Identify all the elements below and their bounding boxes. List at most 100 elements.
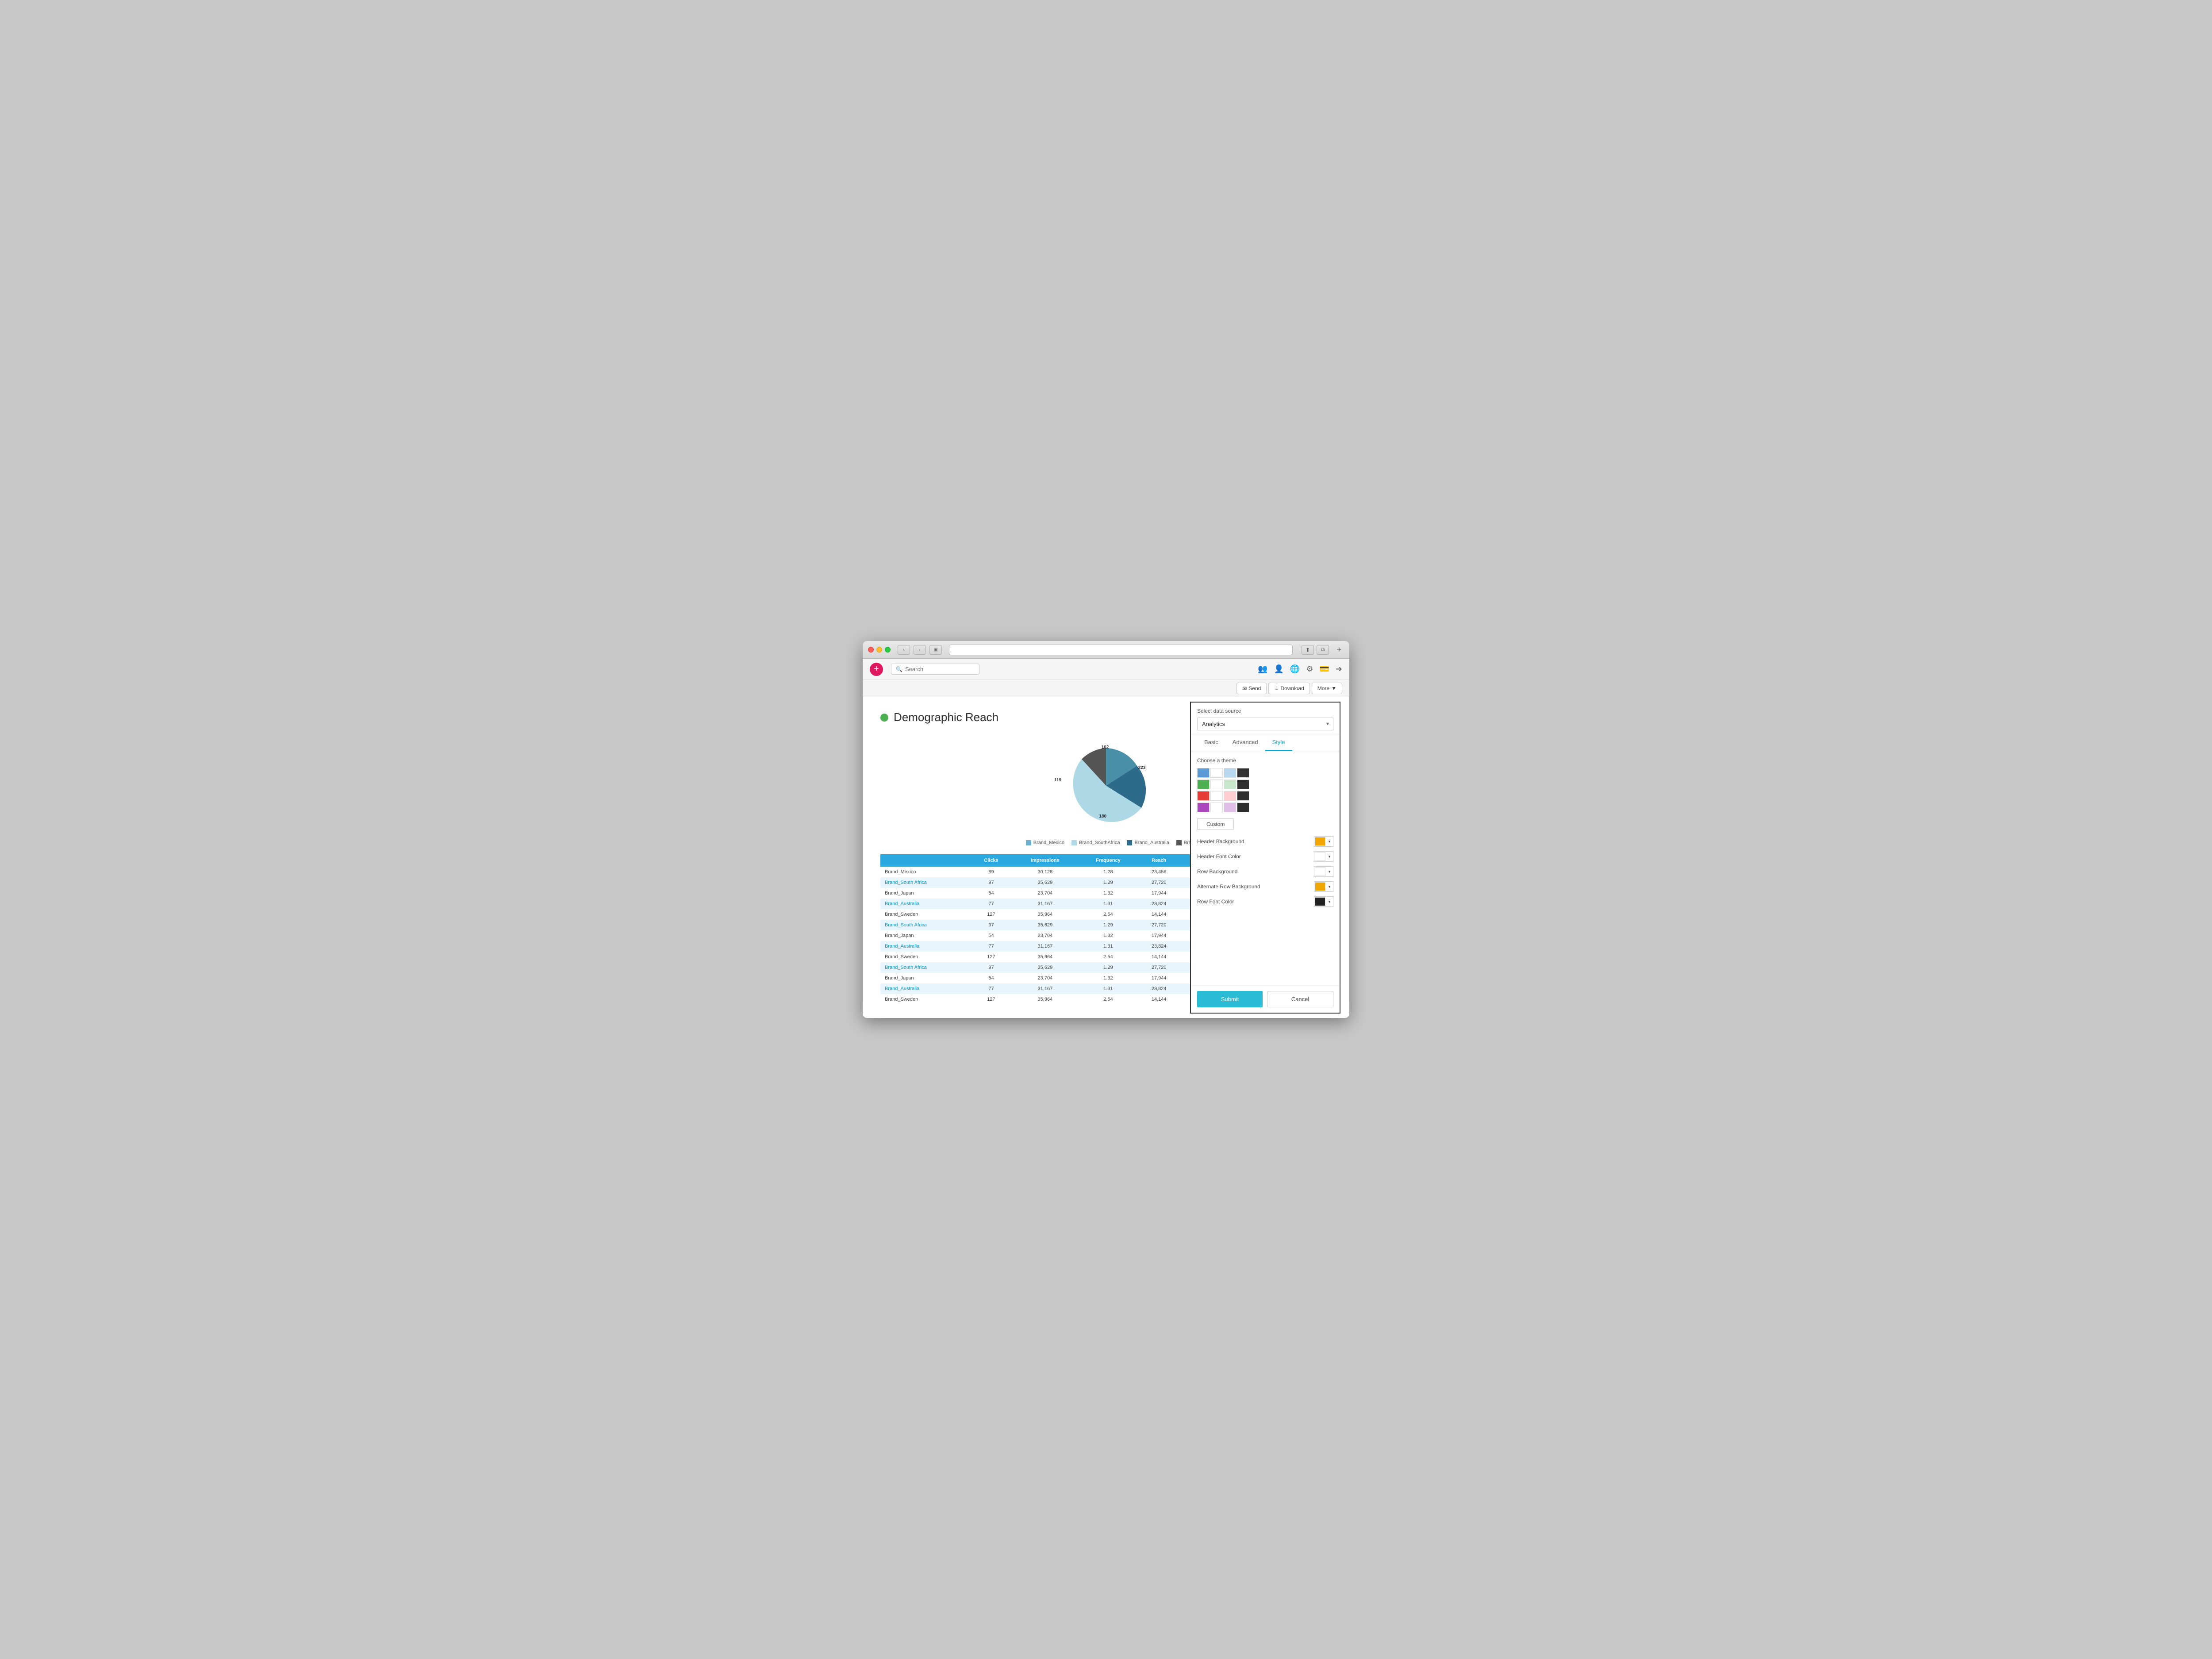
swatch-red-2	[1210, 791, 1223, 801]
send-icon: ✉	[1242, 685, 1247, 691]
color-dropdown-arrow-icon: ▼	[1326, 900, 1333, 904]
color-picker[interactable]: ▼	[1314, 851, 1333, 862]
action-buttons-row: ✉ Send ⇓ Download More ▼	[863, 680, 1349, 697]
pie-chart: 102 223 119 180	[1048, 735, 1164, 837]
panel-footer: Submit Cancel	[1191, 985, 1340, 1013]
color-option-label: Header Background	[1197, 838, 1244, 845]
duplicate-button[interactable]: ⧉	[1317, 645, 1329, 655]
datasource-label: Select data source	[1197, 708, 1333, 714]
legend-item-mexico: Brand_Mexico	[1026, 840, 1064, 845]
legend-label-mexico: Brand_Mexico	[1033, 840, 1064, 845]
back-button[interactable]: ‹	[898, 645, 910, 655]
table-cell: 54	[971, 973, 1012, 983]
download-icon: ⇓	[1274, 685, 1279, 691]
color-option-label: Row Background	[1197, 868, 1237, 875]
color-picker[interactable]: ▼	[1314, 896, 1333, 907]
table-cell: 1.31	[1079, 983, 1138, 994]
swatch-purple-4	[1237, 803, 1249, 812]
add-button[interactable]: +	[870, 663, 883, 676]
datasource-select[interactable]: Analytics	[1197, 718, 1333, 730]
col-header-clicks: Clicks	[971, 854, 1012, 867]
color-option-label: Alternate Row Background	[1197, 883, 1260, 890]
table-cell: 54	[971, 888, 1012, 899]
forward-icon: ›	[919, 647, 921, 653]
settings-icon[interactable]: ⚙	[1306, 664, 1313, 674]
tab-basic[interactable]: Basic	[1197, 734, 1225, 751]
color-swatch	[1315, 897, 1325, 906]
search-input[interactable]	[905, 666, 967, 672]
wallet-icon[interactable]: 💳	[1319, 664, 1329, 674]
table-cell: 23,824	[1138, 899, 1180, 909]
cancel-button[interactable]: Cancel	[1267, 991, 1333, 1007]
table-cell: 35,964	[1012, 952, 1079, 962]
table-cell: 77	[971, 983, 1012, 994]
legend-color-mexico	[1026, 840, 1031, 845]
table-cell: 97	[971, 877, 1012, 888]
maximize-button[interactable]	[885, 647, 891, 653]
traffic-lights	[868, 647, 891, 653]
theme-row-purple[interactable]	[1197, 803, 1333, 812]
theme-row-green[interactable]	[1197, 780, 1333, 789]
table-cell: 127	[971, 994, 1012, 1005]
custom-button[interactable]: Custom	[1197, 818, 1234, 830]
swatch-blue-1	[1197, 768, 1210, 778]
table-cell: 17,944	[1138, 973, 1180, 983]
datasource-select-wrapper[interactable]: Analytics ▼	[1197, 718, 1333, 730]
contacts-icon[interactable]: 👥	[1258, 664, 1267, 674]
table-cell: 23,704	[1012, 973, 1079, 983]
tab-style[interactable]: Style	[1265, 734, 1292, 751]
pie-chart-svg	[1048, 735, 1164, 837]
table-cell: 35,629	[1012, 962, 1079, 973]
new-tab-button[interactable]: +	[1334, 645, 1344, 655]
minimize-button[interactable]	[876, 647, 882, 653]
color-picker[interactable]: ▼	[1314, 881, 1333, 892]
more-button[interactable]: More ▼	[1312, 683, 1342, 694]
theme-row-red[interactable]	[1197, 791, 1333, 801]
back-icon: ‹	[903, 647, 905, 653]
color-swatch	[1315, 852, 1325, 861]
col-header-name	[880, 854, 971, 867]
submit-button[interactable]: Submit	[1197, 991, 1263, 1007]
table-cell: 31,167	[1012, 983, 1079, 994]
browser-titlebar: ‹ › ▣ ⬆ ⧉ +	[863, 641, 1349, 659]
search-box[interactable]: 🔍	[891, 664, 979, 675]
table-cell: 31,167	[1012, 899, 1079, 909]
table-cell: Brand_Mexico	[880, 867, 971, 877]
url-bar[interactable]	[949, 645, 1293, 655]
color-picker[interactable]: ▼	[1314, 836, 1333, 847]
color-picker[interactable]: ▼	[1314, 866, 1333, 877]
main-content: Demographic Reach	[863, 697, 1349, 1018]
table-cell: 1.32	[1079, 930, 1138, 941]
table-cell: 77	[971, 899, 1012, 909]
table-cell: Brand_Japan	[880, 888, 971, 899]
table-cell: Brand_Australia	[880, 941, 971, 952]
tab-advanced[interactable]: Advanced	[1225, 734, 1265, 751]
download-button[interactable]: ⇓ Download	[1268, 683, 1310, 694]
pie-label-119: 119	[1054, 778, 1061, 783]
color-swatch	[1315, 837, 1325, 846]
table-cell: Brand_Japan	[880, 973, 971, 983]
table-cell: 23,456	[1138, 867, 1180, 877]
toolbar: + 🔍 👥 👤 🌐 ⚙ 💳 ➔	[863, 659, 1349, 680]
send-button[interactable]: ✉ Send	[1237, 683, 1267, 694]
share-button[interactable]: ⬆	[1302, 645, 1314, 655]
swatch-green-4	[1237, 780, 1249, 789]
theme-row-blue[interactable]	[1197, 768, 1333, 778]
table-cell: 89	[971, 867, 1012, 877]
legend-item-south-africa: Brand_SouthAfrica	[1071, 840, 1120, 845]
color-option-row: Alternate Row Background ▼	[1197, 881, 1333, 892]
forward-button[interactable]: ›	[914, 645, 926, 655]
table-cell: 2.54	[1079, 952, 1138, 962]
account-icon[interactable]: 👤	[1274, 664, 1284, 674]
color-swatch	[1315, 867, 1325, 876]
globe-icon[interactable]: 🌐	[1290, 664, 1300, 674]
swatch-green-2	[1210, 780, 1223, 789]
close-button[interactable]	[868, 647, 874, 653]
page-title: Demographic Reach	[894, 710, 998, 724]
sidebar-icon: ▣	[933, 647, 937, 652]
toolbar-icons: 👥 👤 🌐 ⚙ 💳 ➔	[1258, 664, 1342, 674]
panel-header: Select data source Analytics ▼	[1191, 703, 1340, 734]
sidebar-toggle-button[interactable]: ▣	[929, 645, 942, 655]
table-cell: 35,629	[1012, 877, 1079, 888]
signout-icon[interactable]: ➔	[1336, 664, 1342, 674]
